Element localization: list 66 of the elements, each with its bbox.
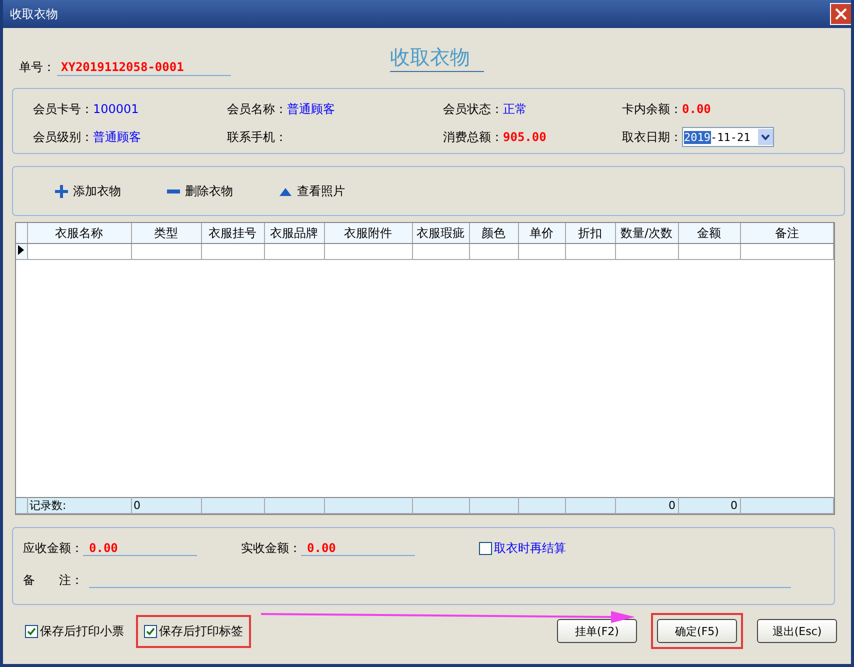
column-header[interactable]: 金额	[678, 223, 740, 244]
date-value[interactable]: 2019-11-21	[683, 130, 758, 144]
table-cell[interactable]	[201, 244, 264, 260]
check-icon	[146, 626, 155, 636]
table-cell[interactable]	[412, 244, 469, 260]
print-option-checkbox[interactable]: 保存后打印标签	[142, 620, 245, 642]
record-count-label: 记录数:	[27, 498, 131, 514]
summary-value: 0	[678, 498, 740, 514]
column-header[interactable]: 颜色	[469, 223, 518, 244]
table-cell[interactable]	[131, 244, 201, 260]
summary-value: 0	[615, 498, 678, 514]
field-label: 备 注：	[23, 572, 83, 589]
order-number-label: 单号：	[19, 59, 55, 76]
field-value: 普通顾客	[93, 128, 141, 146]
close-button[interactable]	[830, 3, 851, 25]
field-label: 卡内余额：	[622, 100, 682, 118]
plus-icon	[55, 184, 68, 198]
amount-value: 905.00	[503, 130, 546, 144]
window-title: 收取衣物	[10, 6, 58, 22]
column-header[interactable]: 数量/次数	[615, 223, 678, 244]
dropdown-button[interactable]	[758, 129, 773, 145]
field-label: 实收金额：	[241, 540, 301, 556]
toolbar-button[interactable]: 删除衣物	[159, 182, 241, 200]
table-cell[interactable]	[518, 244, 565, 260]
amount-value: 0.00	[682, 102, 711, 116]
print-option-checkbox[interactable]: 保存后打印小票	[23, 620, 126, 642]
field-value: 正常	[503, 100, 527, 118]
column-header[interactable]: 衣服名称	[27, 223, 131, 244]
field-label: 会员级别：	[33, 128, 93, 146]
column-header[interactable]: 类型	[131, 223, 201, 244]
form-heading: 收取衣物	[390, 44, 484, 72]
column-header[interactable]: 衣服瑕疵	[412, 223, 469, 244]
table-cell[interactable]	[27, 244, 131, 260]
table-cell[interactable]	[469, 244, 518, 260]
date-picker[interactable]: 2019-11-21	[682, 127, 774, 147]
table-cell[interactable]	[264, 244, 324, 260]
action-button[interactable]: 退出(Esc)	[757, 619, 837, 643]
table-cell[interactable]	[678, 244, 740, 260]
close-icon	[835, 8, 847, 20]
column-header[interactable]: 衣服挂号	[201, 223, 264, 244]
table-cell[interactable]	[740, 244, 834, 260]
field-value: 普通顾客	[287, 100, 335, 118]
caret-icon	[761, 134, 770, 140]
column-header[interactable]: 衣服附件	[324, 223, 412, 244]
field-label: 联系手机：	[227, 128, 287, 146]
table-cell[interactable]	[324, 244, 412, 260]
action-button[interactable]: 挂单(F2)	[557, 619, 637, 643]
toolbar-button[interactable]: 查看照片	[271, 182, 353, 200]
column-header[interactable]: 折扣	[565, 223, 615, 244]
field-label: 会员名称：	[227, 100, 287, 118]
check-icon	[27, 626, 36, 636]
summary-value: 0	[131, 498, 201, 514]
table-cell[interactable]	[565, 244, 615, 260]
settle-later-checkbox[interactable]: 取衣时再结算	[477, 538, 568, 558]
field-label: 会员状态：	[443, 100, 503, 118]
field-label: 会员卡号：	[33, 100, 93, 118]
action-button[interactable]: 确定(F5)	[657, 619, 737, 643]
column-header[interactable]: 单价	[518, 223, 565, 244]
field-label: 取衣日期：	[622, 128, 682, 146]
field-label: 应收金额：	[23, 540, 83, 556]
field-value: 100001	[93, 102, 139, 116]
table-cell[interactable]	[615, 244, 678, 260]
field-label: 消费总额：	[443, 128, 503, 146]
column-header[interactable]: 备注	[740, 223, 834, 244]
column-header[interactable]: 衣服品牌	[264, 223, 324, 244]
toolbar-button[interactable]: 添加衣物	[47, 182, 129, 200]
